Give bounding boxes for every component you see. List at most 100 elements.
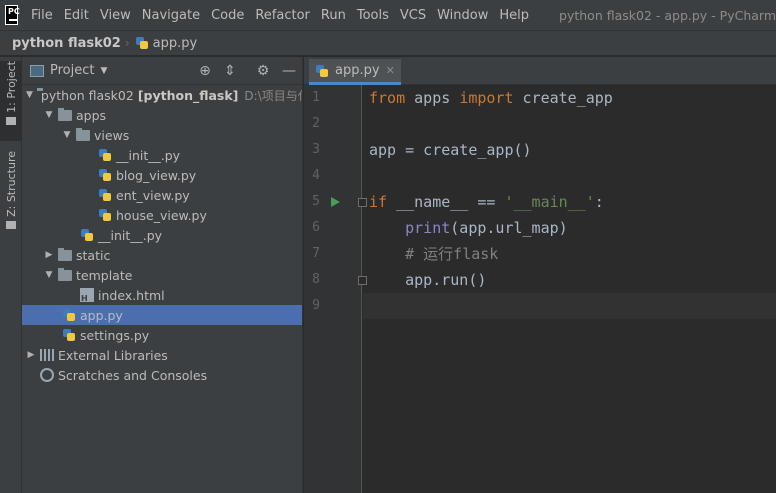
- line-number: 6: [312, 220, 320, 235]
- tree-item-label: python flask02: [40, 87, 134, 103]
- code-line-8: app.run(): [369, 267, 486, 293]
- menu-bar: PC File Edit View Navigate Code Refactor…: [0, 0, 776, 30]
- tree-item-project-root[interactable]: ▼ python flask02 [python_flask] D:\项目与代: [22, 85, 302, 105]
- tree-item-apps[interactable]: ▼ apps: [22, 105, 302, 125]
- keyword-from: from: [369, 89, 406, 107]
- tree-item-module-name: [python_flask]: [137, 87, 239, 103]
- code-text: app = create_app(): [369, 141, 532, 159]
- folder-icon: [58, 267, 72, 281]
- comment: # 运行flask: [369, 245, 499, 263]
- folder-icon: [58, 247, 72, 261]
- project-view-selector[interactable]: Project: [50, 63, 94, 78]
- tool-window-strip: 1: Project Z: Structure: [0, 57, 22, 493]
- tree-item-label: __init__.py: [98, 227, 163, 243]
- fold-end-icon[interactable]: [358, 276, 367, 285]
- menu-vcs[interactable]: VCS: [400, 8, 426, 23]
- menu-help[interactable]: Help: [499, 8, 529, 23]
- tool-tab-structure-label: Z: Structure: [4, 151, 18, 217]
- tree-item-scratches[interactable]: Scratches and Consoles: [22, 365, 302, 385]
- python-file-icon: [62, 308, 76, 322]
- chevron-right-icon[interactable]: ▶: [44, 250, 54, 260]
- code-text: app.run(): [369, 271, 487, 289]
- libraries-icon: [40, 349, 54, 361]
- code-text: :: [594, 193, 604, 211]
- tree-item-external-libraries[interactable]: ▶ External Libraries: [22, 345, 302, 365]
- collapse-all-icon[interactable]: ⇕: [221, 62, 239, 80]
- line-number: 1: [312, 90, 320, 105]
- fold-start-icon[interactable]: [358, 198, 367, 207]
- menu-view[interactable]: View: [100, 8, 131, 23]
- line-number: 3: [312, 142, 320, 157]
- tree-item-views[interactable]: ▼ views: [22, 125, 302, 145]
- keyword-if: if: [369, 193, 388, 211]
- imported-name: create_app: [513, 89, 613, 107]
- python-file-icon: [62, 328, 76, 342]
- tree-item-static[interactable]: ▶ static: [22, 245, 302, 265]
- tree-item-index-html[interactable]: index.html: [22, 285, 302, 305]
- tree-item-house-view[interactable]: house_view.py: [22, 205, 302, 225]
- menu-run[interactable]: Run: [321, 8, 346, 23]
- tree-item-app-py[interactable]: app.py: [22, 305, 302, 325]
- menu-refactor[interactable]: Refactor: [255, 8, 310, 23]
- line-number: 5: [312, 194, 320, 209]
- tool-tab-project[interactable]: 1: Project: [0, 61, 22, 141]
- tree-item-label: Scratches and Consoles: [58, 367, 208, 383]
- scratches-icon: [40, 368, 54, 382]
- code-line-6: print(app.url_map): [369, 215, 568, 241]
- chevron-down-icon[interactable]: ▼: [26, 90, 33, 100]
- chevron-right-icon[interactable]: ▶: [26, 350, 36, 360]
- tool-tab-structure[interactable]: Z: Structure: [0, 151, 22, 231]
- line-number: 4: [312, 168, 320, 183]
- menu-navigate[interactable]: Navigate: [142, 8, 200, 23]
- line-number: 9: [312, 298, 320, 313]
- tree-item-views-init[interactable]: __init__.py: [22, 145, 302, 165]
- structure-icon: [6, 220, 16, 229]
- chevron-down-icon[interactable]: ▼: [62, 130, 72, 140]
- code-line-3: app = create_app(): [369, 137, 532, 163]
- tree-item-label: __init__.py: [116, 147, 181, 163]
- python-file-icon: [98, 188, 112, 202]
- menu-tools[interactable]: Tools: [357, 8, 389, 23]
- gear-icon[interactable]: ⚙: [254, 62, 272, 80]
- python-file-icon: [135, 36, 149, 50]
- python-file-icon: [98, 208, 112, 222]
- project-view-icon: [30, 64, 44, 77]
- chevron-down-icon[interactable]: ▼: [44, 270, 54, 280]
- code-editor[interactable]: 1 2 3 4 5 6 7 8 9 from apps import creat…: [304, 85, 776, 493]
- python-file-icon: [98, 148, 112, 162]
- breadcrumb-project[interactable]: python flask02: [12, 36, 121, 51]
- chevron-down-icon[interactable]: ▼: [100, 66, 107, 76]
- menu-edit[interactable]: Edit: [64, 8, 89, 23]
- menu-code[interactable]: Code: [211, 8, 244, 23]
- line-number: 8: [312, 272, 320, 287]
- project-panel-header: Project ▼ ⊕ ⇕ ⚙ —: [22, 57, 302, 85]
- tree-item-path: D:\项目与代: [244, 88, 302, 103]
- locate-file-icon[interactable]: ⊕: [196, 62, 214, 80]
- editor-tab-app-py[interactable]: app.py ✕: [309, 59, 401, 85]
- string-literal: '__main__': [504, 193, 595, 211]
- tree-item-settings-py[interactable]: settings.py: [22, 325, 302, 345]
- tree-item-blog-view[interactable]: blog_view.py: [22, 165, 302, 185]
- breadcrumb: python flask02 › app.py: [0, 30, 776, 56]
- folder-icon: [76, 127, 90, 141]
- tree-item-label: settings.py: [80, 327, 150, 343]
- tool-tab-project-label: 1: Project: [4, 61, 18, 113]
- tree-item-label: External Libraries: [58, 347, 168, 363]
- minimize-icon[interactable]: —: [280, 62, 298, 80]
- chevron-down-icon[interactable]: ▼: [44, 110, 54, 120]
- tree-item-label: template: [76, 267, 133, 283]
- menu-file[interactable]: File: [31, 8, 53, 23]
- run-gutter-icon[interactable]: [331, 197, 340, 207]
- tree-item-ent-view[interactable]: ent_view.py: [22, 185, 302, 205]
- code-text: (app.url_map): [450, 219, 568, 237]
- folder-icon: [6, 116, 16, 125]
- close-icon[interactable]: ✕: [386, 64, 395, 77]
- tree-item-template[interactable]: ▼ template: [22, 265, 302, 285]
- pycharm-logo-icon: PC: [5, 5, 20, 25]
- tree-item-label: app.py: [80, 307, 123, 323]
- tree-item-apps-init[interactable]: __init__.py: [22, 225, 302, 245]
- project-panel: Project ▼ ⊕ ⇕ ⚙ — ▼ python flask02 [pyth…: [22, 57, 303, 493]
- menu-window[interactable]: Window: [437, 8, 488, 23]
- breadcrumb-file[interactable]: app.py: [153, 36, 198, 51]
